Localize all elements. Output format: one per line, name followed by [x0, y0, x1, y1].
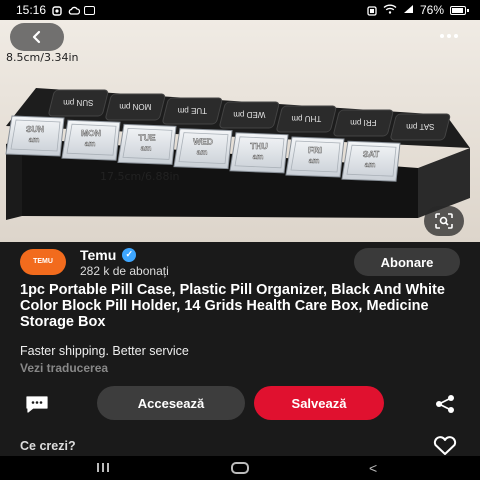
- chevron-left-icon: [32, 30, 41, 44]
- status-time: 15:16: [16, 3, 47, 17]
- pm-compartment: SUN pm: [48, 89, 109, 117]
- am-compartment: MONam: [61, 119, 121, 161]
- share-icon[interactable]: [434, 394, 456, 419]
- am-compartment: WEDam: [173, 128, 233, 170]
- pm-compartment-label: TUE pm: [177, 106, 207, 115]
- am-day-label: SUN: [26, 124, 44, 134]
- dimension-height-label: 8.5cm/3.34in: [6, 51, 79, 64]
- am-time-label: am: [365, 160, 376, 169]
- nav-back-button[interactable]: <: [369, 461, 377, 475]
- pm-compartment: WED pm: [219, 101, 280, 129]
- channel-name-row[interactable]: Temu ✓: [80, 247, 169, 263]
- signal-icon: [403, 3, 414, 17]
- product-image[interactable]: SUN pm MON pm TUE pm WED pm THU pm FRI pm SAT …: [0, 20, 480, 242]
- status-bar: 15:16 76%: [0, 0, 480, 20]
- verified-icon: ✓: [122, 247, 137, 262]
- cloud-icon: [68, 5, 81, 15]
- am-compartment: SATam: [341, 140, 401, 182]
- comment-prompt[interactable]: Ce crezi?: [20, 439, 76, 453]
- status-left: 15:16: [16, 3, 96, 17]
- recents-button[interactable]: [97, 463, 109, 472]
- post-title: 1pc Portable Pill Case, Plastic Pill Org…: [20, 282, 445, 330]
- am-day-label: WED: [193, 137, 213, 147]
- pm-compartment: MON pm: [105, 93, 166, 121]
- home-button[interactable]: [231, 462, 249, 474]
- am-day-label: TUE: [139, 132, 156, 142]
- am-day-label: FRI: [308, 145, 322, 155]
- pm-compartment-label: FRI pm: [350, 118, 377, 127]
- more-options-button[interactable]: [434, 26, 464, 46]
- action-row: Accesează Salvează: [0, 386, 480, 420]
- back-button[interactable]: [10, 23, 64, 51]
- pm-compartment-label: SAT pm: [406, 122, 434, 131]
- pm-compartment-label: WED pm: [233, 110, 265, 119]
- subscriber-count: 282 k de abonați: [80, 263, 169, 278]
- lens-search-button[interactable]: [424, 206, 464, 236]
- am-time-label: am: [253, 152, 264, 161]
- screenshot-icon: [367, 5, 377, 16]
- pm-compartment: TUE pm: [162, 97, 223, 125]
- status-right: 76%: [367, 3, 469, 17]
- dimension-length-label: 17.5cm/6.88in: [100, 170, 180, 183]
- am-compartment: TUEam: [117, 123, 177, 165]
- battery-icon: [450, 5, 469, 15]
- channel-row: TEMU Temu ✓ 282 k de abonați Abonare: [20, 246, 460, 278]
- am-time-label: am: [197, 148, 208, 157]
- am-compartment: THUam: [229, 132, 289, 174]
- save-button[interactable]: Salvează: [254, 386, 384, 420]
- battery-percent: 76%: [419, 3, 444, 17]
- am-day-label: THU: [250, 141, 267, 151]
- comment-bar[interactable]: Ce crezi?: [0, 428, 480, 456]
- am-time-label: am: [85, 139, 96, 148]
- access-button[interactable]: Accesează: [97, 386, 245, 420]
- pm-compartment-label: THU pm: [291, 114, 321, 123]
- channel-avatar[interactable]: TEMU: [20, 249, 66, 275]
- pm-compartment: FRI pm: [333, 109, 394, 137]
- pm-compartment-label: MON pm: [119, 102, 151, 111]
- lens-icon: [435, 213, 453, 229]
- pm-compartment: SAT pm: [390, 113, 451, 141]
- channel-name: Temu: [80, 246, 117, 263]
- am-time-label: am: [309, 156, 320, 165]
- pm-compartment-label: SUN pm: [63, 98, 94, 107]
- am-time-label: am: [29, 135, 40, 144]
- post-description: Faster shipping. Better service: [20, 344, 189, 358]
- am-day-label: MON: [81, 128, 101, 138]
- translate-link[interactable]: Vezi traducerea: [20, 361, 108, 375]
- pm-compartment: THU pm: [276, 105, 337, 133]
- subscribe-button[interactable]: Abonare: [354, 248, 460, 276]
- wifi-icon: [383, 3, 397, 17]
- comment-icon[interactable]: [24, 394, 50, 419]
- channel-logo-text: TEMU: [33, 258, 53, 265]
- system-nav-bar: <: [0, 456, 480, 480]
- am-day-label: SAT: [363, 149, 380, 159]
- notification-icon: [52, 5, 62, 16]
- am-time-label: am: [141, 143, 152, 152]
- channel-info: Temu ✓ 282 k de abonați: [80, 247, 169, 278]
- am-compartment: SUNam: [5, 115, 65, 157]
- image-icon: [84, 5, 96, 15]
- am-compartment: FRIam: [285, 136, 345, 178]
